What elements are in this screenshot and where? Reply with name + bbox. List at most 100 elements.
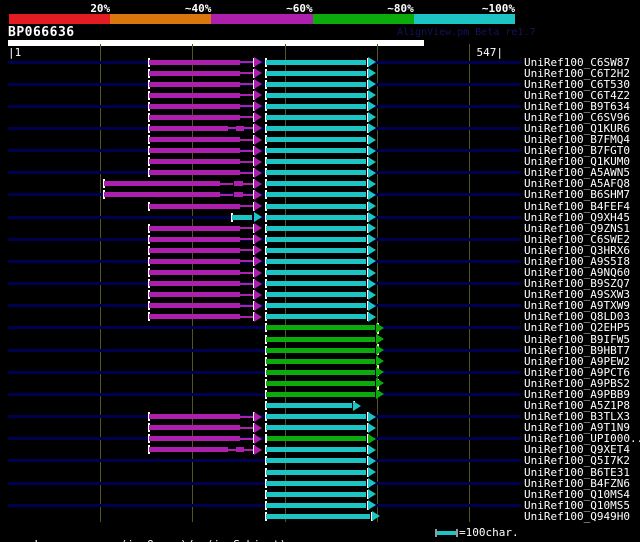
alignment-bar [236, 447, 244, 453]
alignment-viewer: 20% ~40% ~60% ~80% ~100% BP066636 AlignView.… [0, 0, 640, 542]
arrow-head-icon [376, 322, 385, 333]
arrow-head-icon [367, 289, 376, 300]
arrow-head-icon [253, 145, 262, 156]
row-label: UniRef100_B4FZN6 [524, 476, 630, 490]
arrow-head-icon [367, 422, 376, 433]
arrow-head-icon [367, 212, 376, 223]
alignment-bar [266, 137, 367, 143]
alignment-bar [104, 181, 221, 187]
watermark-text: AlignView.pm Beta re1.7 [397, 27, 536, 38]
alignment-bar [266, 247, 367, 253]
alignment-bar [148, 125, 229, 131]
alignment-bar [148, 159, 241, 165]
arrow-head-icon [253, 167, 262, 178]
alignment-bar [148, 281, 241, 287]
arrow-head-icon [367, 500, 376, 511]
alignment-bar [266, 325, 376, 331]
query-ruler-bar [8, 40, 424, 46]
legend-scale-tick-right [456, 529, 458, 537]
row-label: UniRef100_Q949H0 [524, 509, 630, 523]
alignment-thin-bar [240, 138, 253, 141]
scale-tick-label: ~80% [387, 2, 414, 15]
arrow-head-icon [367, 123, 376, 134]
alignment-bar [266, 502, 367, 508]
row-label: UniRef100_B4FEF4 [524, 199, 630, 213]
alignment-thin-bar [240, 205, 253, 208]
alignment-bar [266, 170, 367, 176]
arrow-head-icon [367, 256, 376, 267]
arrow-head-icon [367, 134, 376, 145]
alignment-bar [148, 247, 241, 253]
arrow-head-icon [253, 422, 262, 433]
row-label: UniRef100_B9IFW5 [524, 332, 630, 346]
row-label: UniRef100_Q9XH45 [524, 210, 630, 224]
scale-tick-label: ~40% [184, 2, 212, 15]
alignment-bar [266, 236, 367, 242]
alignment-thin-bar [228, 448, 236, 451]
boundary-tick [264, 434, 267, 444]
arrow-head-icon [367, 489, 376, 500]
alignment-bar [266, 414, 367, 420]
row-label: UniRef100_Q5I7K2 [524, 454, 630, 468]
alignment-bar [266, 491, 367, 497]
arrow-head-icon [367, 101, 376, 112]
alignment-bar [266, 480, 367, 486]
scale-segment [413, 14, 515, 24]
query-id-label: BP066636 [8, 25, 75, 40]
alignment-bar [148, 270, 241, 276]
alignment-bar [148, 170, 241, 176]
arrow-head-icon [376, 367, 385, 378]
alignment-bar [266, 369, 376, 375]
alignment-bar [148, 292, 241, 298]
row-label: UniRef100_C6T2H2 [524, 66, 630, 80]
alignment-bar [266, 225, 367, 231]
arrow-head-icon [367, 467, 376, 478]
arrow-head-icon [367, 178, 376, 189]
arrow-head-icon [253, 234, 262, 245]
alignment-thin-bar [240, 171, 253, 174]
arrow-head-icon [367, 145, 376, 156]
alignment-thin-bar [240, 437, 253, 440]
alignment-bar [266, 92, 367, 98]
alignment-bar [266, 159, 367, 165]
arrow-head-icon [367, 300, 376, 311]
alignment-thin-bar [240, 227, 253, 230]
alignment-bar [148, 81, 241, 87]
alignment-thin-bar [220, 193, 233, 196]
arrow-head-icon [367, 455, 376, 466]
arrow-head-icon [367, 90, 376, 101]
alignment-bar [231, 214, 252, 220]
arrow-head-icon [367, 245, 376, 256]
alignment-bar [233, 192, 243, 198]
arrow-head-icon [253, 289, 262, 300]
alignment-bar [266, 181, 367, 187]
arrow-head-icon [367, 278, 376, 289]
alignment-bar [266, 203, 367, 209]
alignment-bar [267, 436, 367, 442]
alignment-bar [104, 192, 221, 198]
arrow-head-icon [367, 57, 376, 67]
arrow-head-icon [367, 433, 376, 444]
alignment-thin-bar [242, 193, 253, 196]
alignment-thin-bar [240, 304, 253, 307]
alignment-thin-bar [240, 61, 253, 63]
query-gap-text: (in Query)/ [121, 538, 194, 542]
arrow-head-icon [367, 112, 376, 123]
alignment-bar [148, 59, 241, 65]
arrow-head-icon [253, 433, 262, 444]
ruler-end-label: 547| [476, 46, 504, 59]
arrow-head-icon [367, 68, 376, 79]
alignment-thin-bar [240, 293, 253, 296]
arrow-head-icon [367, 201, 376, 212]
arrow-head-icon [253, 123, 262, 134]
arrow-head-icon [367, 167, 376, 178]
alignment-bar [266, 214, 367, 220]
arrow-head-icon [253, 223, 262, 234]
alignment-bar [266, 292, 367, 298]
alignment-thin-bar [220, 182, 233, 185]
arrow-head-icon [367, 311, 376, 322]
alignment-bar [148, 236, 241, 242]
alignment-bar [148, 148, 241, 154]
alignment-thin-bar [240, 315, 253, 318]
alignment-thin-bar [240, 105, 253, 108]
